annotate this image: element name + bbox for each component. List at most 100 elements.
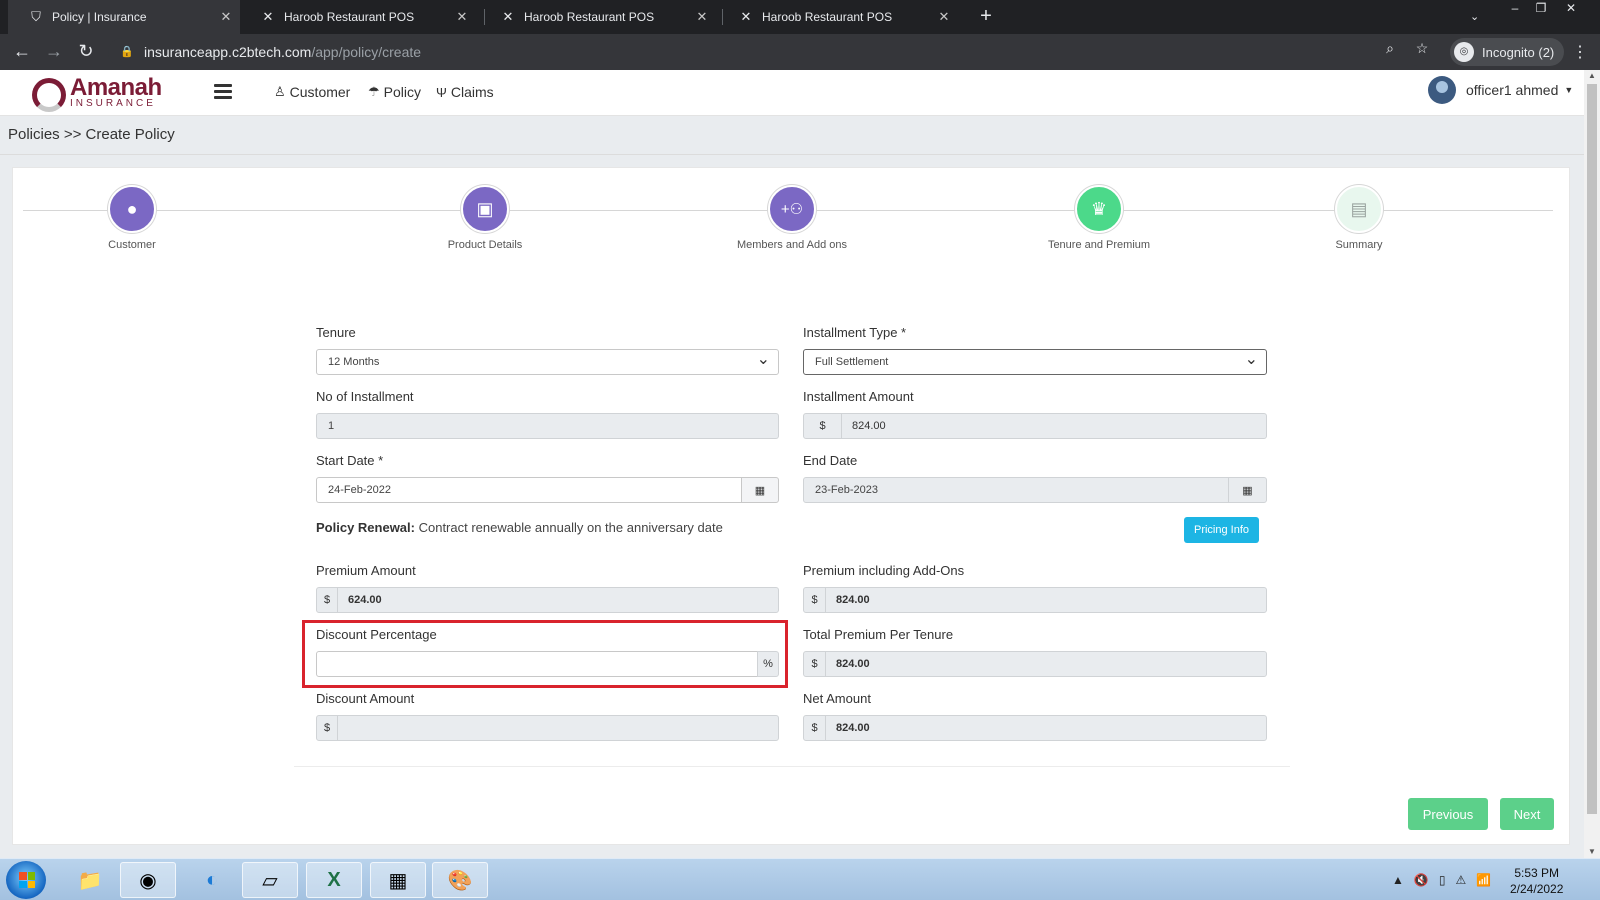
scroll-thumb[interactable] [1587,84,1597,814]
close-window-icon[interactable]: ✕ [1560,0,1582,18]
browser-toolbar: ← → ↻ 🔒 insuranceapp.c2btech.com /app/po… [0,34,1600,70]
scroll-down-icon[interactable]: ▼ [1584,846,1600,858]
tenure-select[interactable]: 12 Months [316,349,779,375]
restore-icon[interactable]: ❐ [1530,0,1552,18]
paint-icon[interactable]: 🎨 [432,862,488,898]
calendar-icon[interactable]: ▦ [1228,477,1267,503]
installment-amount-field: 824.00 [841,413,1267,439]
divider [0,154,1584,155]
system-tray: ▲ 🔇 ▯ ⚠ 📶 [1392,873,1491,887]
add-group-icon: +⚇ [768,185,816,233]
installment-amount-label: Installment Amount [803,389,914,404]
x-logo-icon: ✕ [502,9,514,24]
edge-icon[interactable]: ◐ [184,862,240,898]
next-button[interactable]: Next [1500,798,1554,830]
app-header: Amanah INSURANCE ♙ Customer ☂ Policy Ψ C… [0,70,1584,116]
close-icon[interactable]: ✕ [218,9,234,25]
excel-icon[interactable]: X [306,862,362,898]
show-hidden-icons-icon[interactable]: ▲ [1392,873,1404,887]
policy-renewal-note: Policy Renewal: Contract renewable annua… [316,520,723,535]
step-label: Summary [1335,239,1383,251]
x-logo-icon: ✕ [262,9,274,24]
premium-addons-label: Premium including Add-Ons [803,563,965,578]
back-arrow-icon[interactable]: ← [10,40,34,64]
tab-haroob-1[interactable]: ✕ Haroob Restaurant POS ✕ [240,0,476,34]
clock-time: 5:53 PM [1514,866,1560,880]
tab-haroob-3[interactable]: ✕ Haroob Restaurant POS ✕ [718,0,958,34]
nav-customer[interactable]: ♙ Customer [274,84,350,100]
calculator-icon[interactable]: ▦ [370,862,426,898]
pricing-info-button[interactable]: Pricing Info [1184,517,1259,543]
taskbar-clock[interactable]: 5:53 PM 2/24/2022 [1510,865,1563,897]
logo-subtext: INSURANCE [70,98,156,109]
tab-haroob-2[interactable]: ✕ Haroob Restaurant POS ✕ [480,0,716,34]
minimize-icon[interactable]: – [1504,0,1526,18]
tab-title: Haroob Restaurant POS [284,10,415,24]
zoom-icon[interactable]: ⌕ [1382,40,1398,56]
user-icon: ● [108,185,156,233]
nav-policy-label: Policy [383,84,422,100]
discount-percentage-label: Discount Percentage [316,627,437,642]
reload-icon[interactable]: ↻ [74,40,98,64]
nav-claims-label: Claims [450,84,494,100]
file-explorer-icon[interactable]: 📁 [62,862,118,898]
tenure-label: Tenure [316,325,356,340]
policy-wizard-card: ● Customer ▣ Product Details +⚇ Members … [12,167,1570,845]
total-premium-field: 824.00 [825,651,1267,677]
amanah-logo[interactable]: Amanah INSURANCE [32,74,172,112]
no-installment-label: No of Installment [316,389,414,404]
network-error-icon[interactable]: ⚠ [1455,873,1466,887]
step-label: Tenure and Premium [1047,239,1151,251]
close-icon[interactable]: ✕ [694,9,710,25]
tab-title: Haroob Restaurant POS [762,10,893,24]
discount-amount-field [337,715,779,741]
installment-type-select[interactable]: Full Settlement [803,349,1267,375]
currency-addon: $ [803,651,826,677]
nav-claims[interactable]: Ψ Claims [436,84,494,100]
user-name: officer1 ahmed [1466,82,1559,98]
notepad-icon[interactable]: ▱ [242,862,298,898]
end-date-value: 23-Feb-2023 [815,484,878,496]
page-scrollbar[interactable]: ▲ ▼ [1584,70,1600,858]
scroll-up-icon[interactable]: ▲ [1584,70,1600,82]
document-icon: ▤ [1335,185,1383,233]
total-premium-label: Total Premium Per Tenure [803,627,954,642]
step-product-details[interactable]: ▣ Product Details [385,185,585,251]
browser-menu-icon[interactable]: ⋮ [1572,42,1588,62]
claims-icon: Ψ [436,84,447,100]
signal-icon[interactable]: 📶 [1476,873,1491,887]
net-amount-label: Net Amount [803,691,871,706]
close-icon[interactable]: ✕ [936,9,952,25]
tab-policy-insurance[interactable]: ⛉ Policy | Insurance ✕ [8,0,240,34]
step-tenure-premium[interactable]: ♛ Tenure and Premium [999,185,1199,251]
nav-policy[interactable]: ☂ Policy [368,84,421,100]
umbrella-icon: ☂ [368,84,380,99]
start-button[interactable] [6,861,46,899]
discount-percentage-input[interactable] [316,651,758,677]
url-path: /app/policy/create [311,44,422,60]
bookmark-star-icon[interactable]: ☆ [1414,40,1430,56]
new-tab-button[interactable]: + [975,6,997,28]
nav-customer-label: Customer [289,84,351,100]
tab-search-chevron-icon[interactable]: ⌄ [1470,10,1479,23]
step-label: Members and Add ons [736,239,848,251]
avatar [1428,76,1456,104]
forward-arrow-icon[interactable]: → [42,40,66,64]
address-bar[interactable]: 🔒 insuranceapp.c2btech.com /app/policy/c… [108,38,1428,66]
step-summary[interactable]: ▤ Summary [1259,185,1459,251]
currency-addon: $ [803,715,826,741]
incognito-badge[interactable]: ◎ Incognito (2) [1450,38,1565,66]
chrome-icon[interactable]: ◉ [120,862,176,898]
hamburger-menu-icon[interactable] [214,84,232,99]
step-members-addons[interactable]: +⚇ Members and Add ons [692,185,892,251]
battery-icon[interactable]: ▯ [1439,873,1446,887]
user-menu[interactable]: officer1 ahmed ▼ [1428,76,1573,104]
close-icon[interactable]: ✕ [454,9,470,25]
calendar-icon[interactable]: ▦ [741,477,779,503]
previous-button[interactable]: Previous [1408,798,1488,830]
start-date-input[interactable]: 24-Feb-2022 [316,477,742,503]
step-customer[interactable]: ● Customer [32,185,232,251]
incognito-icon: ◎ [1454,42,1474,62]
tab-title: Policy | Insurance [52,10,147,24]
volume-muted-icon[interactable]: 🔇 [1414,873,1429,887]
